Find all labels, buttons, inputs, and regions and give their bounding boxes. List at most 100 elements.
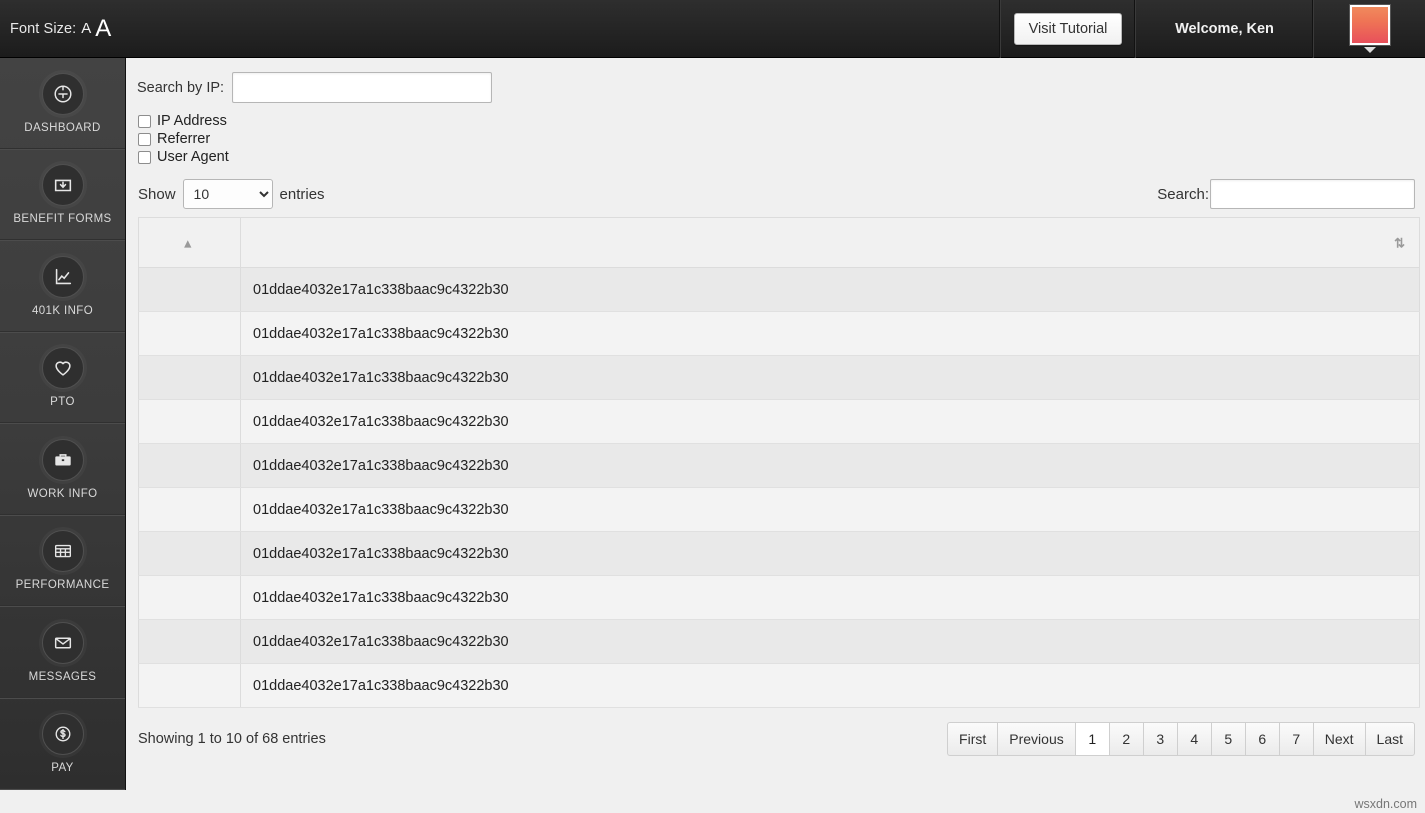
cell-col-b: 01ddae4032e17a1c338baac9c4322b30	[240, 531, 1420, 576]
cell-col-a	[138, 487, 241, 532]
table-search-input[interactable]	[1210, 179, 1415, 209]
page-length-select[interactable]: 10 25 50 100	[182, 179, 273, 209]
checkbox-user-agent[interactable]: User Agent	[138, 149, 1425, 165]
chevron-up-down-icon[interactable]: ⇅	[1394, 236, 1405, 249]
top-bar-spacer	[111, 0, 1000, 58]
app-window: Font Size: A A Visit Tutorial Welcome, K…	[0, 0, 1425, 813]
pagination-page-7[interactable]: 7	[1278, 722, 1313, 756]
table-row[interactable]: 01ddae4032e17a1c338baac9c4322b30	[138, 355, 1420, 400]
table-row[interactable]: 01ddae4032e17a1c338baac9c4322b30	[138, 487, 1420, 532]
cell-col-b: 01ddae4032e17a1c338baac9c4322b30	[240, 619, 1420, 664]
cell-col-b: 01ddae4032e17a1c338baac9c4322b30	[240, 443, 1420, 488]
visit-tutorial-button[interactable]: Visit Tutorial	[1013, 12, 1123, 45]
column-header-first[interactable]: ▴	[138, 217, 241, 268]
cell-col-a	[138, 663, 241, 708]
pagination-previous[interactable]: Previous	[997, 722, 1075, 756]
table-row[interactable]: 01ddae4032e17a1c338baac9c4322b30	[138, 575, 1420, 620]
sidebar-item-work-info[interactable]: Work Info	[0, 424, 125, 516]
cell-col-a	[138, 531, 241, 576]
inbox-download-icon	[41, 164, 84, 207]
ip-search-label: Search by IP:	[137, 79, 225, 96]
cell-col-b: 01ddae4032e17a1c338baac9c4322b30	[240, 355, 1420, 400]
pagination-page-6[interactable]: 6	[1244, 722, 1279, 756]
pagination: First Previous 1 2 3 4 5 6 7 Next Last	[947, 722, 1415, 756]
checkbox-label: IP Address	[157, 113, 227, 129]
table-row[interactable]: 01ddae4032e17a1c338baac9c4322b30	[138, 443, 1420, 488]
pagination-next[interactable]: Next	[1312, 722, 1365, 756]
checkbox-box-icon[interactable]	[138, 114, 151, 128]
avatar[interactable]	[1349, 4, 1390, 45]
sidebar-item-dashboard[interactable]: Dashboard	[0, 58, 125, 150]
sidebar-item-pay[interactable]: Pay	[0, 699, 125, 790]
table-row[interactable]: 01ddae4032e17a1c338baac9c4322b30	[138, 399, 1420, 444]
pagination-page-3[interactable]: 3	[1142, 722, 1177, 756]
sidebar-item-label: Dashboard	[24, 121, 101, 134]
pagination-first[interactable]: First	[947, 722, 998, 756]
chevron-down-icon[interactable]	[1363, 46, 1376, 53]
table-row[interactable]: 01ddae4032e17a1c338baac9c4322b30	[138, 311, 1420, 356]
gauge-icon	[41, 72, 84, 115]
table-head: ▴ ⇅	[138, 217, 1420, 268]
top-bar: Font Size: A A Visit Tutorial Welcome, K…	[0, 0, 1425, 58]
line-chart-icon	[41, 255, 84, 298]
watermark: wsxdn.com	[1354, 797, 1417, 811]
cell-col-a	[138, 355, 241, 400]
cell-col-b: 01ddae4032e17a1c338baac9c4322b30	[240, 575, 1420, 620]
ip-search-input[interactable]	[232, 72, 493, 103]
column-header-second[interactable]: ⇅	[240, 217, 1420, 268]
chevron-up-icon[interactable]: ▴	[185, 236, 192, 249]
table-row[interactable]: 01ddae4032e17a1c338baac9c4322b30	[138, 619, 1420, 664]
pagination-page-1[interactable]: 1	[1074, 722, 1109, 756]
cell-col-a	[138, 311, 241, 356]
sidebar-item-label: 401K Info	[31, 304, 94, 317]
data-table: ▴ ⇅ 01ddae4032e17a1c338baac9c4322b30 01d…	[138, 217, 1420, 708]
font-size-control: Font Size: A A	[0, 0, 111, 58]
table-row[interactable]: 01ddae4032e17a1c338baac9c4322b30	[138, 267, 1420, 312]
heart-icon	[41, 347, 84, 390]
checkbox-label: User Agent	[157, 149, 229, 165]
sidebar-item-benefit-forms[interactable]: Benefit Forms	[0, 150, 125, 241]
showing-entries-text: Showing 1 to 10 of 68 entries	[138, 731, 326, 747]
sidebar-item-performance[interactable]: Performance	[0, 516, 125, 607]
search-label: Search:	[1157, 185, 1209, 203]
sidebar-item-label: Pay	[51, 762, 74, 775]
font-size-increase-button[interactable]: A	[95, 16, 111, 41]
sidebar-item-label: Performance	[15, 579, 110, 592]
pagination-page-2[interactable]: 2	[1108, 722, 1143, 756]
cell-col-b: 01ddae4032e17a1c338baac9c4322b30	[240, 663, 1420, 708]
checkbox-box-icon[interactable]	[138, 132, 151, 146]
checkbox-ip-address[interactable]: IP Address	[138, 113, 1425, 129]
sidebar-item-pto[interactable]: PTO	[0, 333, 125, 424]
pagination-page-5[interactable]: 5	[1210, 722, 1245, 756]
sidebar-item-label: PTO	[50, 396, 75, 409]
cell-col-a	[138, 267, 241, 312]
table-row[interactable]: 01ddae4032e17a1c338baac9c4322b30	[138, 531, 1420, 576]
sidebar-item-label: Messages	[28, 670, 97, 683]
font-size-decrease-button[interactable]: A	[81, 20, 91, 37]
sidebar-item-label: Benefit Forms	[13, 213, 112, 226]
table-footer: Showing 1 to 10 of 68 entries First Prev…	[127, 708, 1425, 756]
table-header-row: ▴ ⇅	[138, 217, 1420, 268]
main-content: Search by IP: IP Address Referrer User A…	[127, 58, 1425, 813]
sidebar-item-messages[interactable]: Messages	[0, 607, 125, 699]
table-grid-icon	[41, 530, 84, 573]
avatar-wrapper[interactable]	[1349, 4, 1390, 53]
filter-checkbox-group: IP Address Referrer User Agent	[127, 103, 1425, 165]
sidebar-item-401k-info[interactable]: 401K Info	[0, 241, 125, 333]
table-search-control: Search:	[1157, 179, 1415, 209]
briefcase-icon	[41, 438, 84, 481]
checkbox-box-icon[interactable]	[138, 150, 151, 164]
dollar-circle-icon	[41, 713, 84, 756]
table-row[interactable]: 01ddae4032e17a1c338baac9c4322b30	[138, 663, 1420, 708]
pagination-page-4[interactable]: 4	[1176, 722, 1211, 756]
cell-col-a	[138, 575, 241, 620]
cell-col-b: 01ddae4032e17a1c338baac9c4322b30	[240, 399, 1420, 444]
account-menu[interactable]	[1313, 0, 1425, 58]
sidebar-item-label: Work Info	[27, 487, 98, 500]
checkbox-referrer[interactable]: Referrer	[138, 131, 1425, 147]
tutorial-cell: Visit Tutorial	[1000, 0, 1135, 58]
pagination-last[interactable]: Last	[1364, 722, 1415, 756]
table-body: 01ddae4032e17a1c338baac9c4322b30 01ddae4…	[138, 267, 1420, 708]
checkbox-label: Referrer	[157, 131, 211, 147]
table-toolbar: Show 10 25 50 100 entries Search:	[127, 167, 1425, 217]
